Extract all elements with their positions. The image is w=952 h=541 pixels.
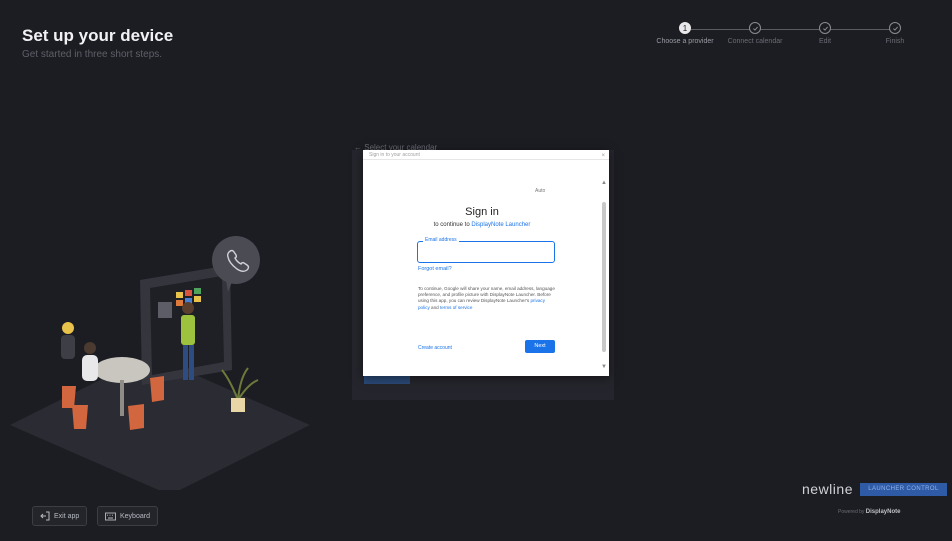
create-account-link[interactable]: Create account [418,345,452,351]
powered-by: Powered by DisplayNote [838,509,900,515]
brand-name: newline [802,481,853,497]
meeting-room-illustration [10,236,310,490]
powered-brand: DisplayNote [865,509,901,515]
sign-in-heading: Sign in [465,206,499,218]
step-3: Edit [790,22,860,45]
step-4: Finish [860,22,930,45]
step-3-label: Edit [818,38,832,45]
scroll-down-icon[interactable]: ▼ [601,364,607,370]
forgot-email-link[interactable]: Forgot email? [418,266,452,272]
sign-in-dialog: Sign in to your account × ▲ ▼ Auto Sign … [363,150,609,376]
scroll-up-icon[interactable]: ▲ [601,180,607,186]
keyboard-icon [105,512,116,521]
email-field[interactable]: Email address [417,237,555,263]
privacy-notice: To continue, Google will share your name… [418,286,558,311]
check-circle-icon [749,22,761,34]
dialog-scrollbar[interactable]: ▲ ▼ [601,180,607,370]
dialog-top-label: Sign in to your account [369,152,420,158]
step-2: Connect calendar [720,22,790,45]
email-field-label: Email address [423,237,459,243]
app-name-link[interactable]: DisplayNote Launcher [471,222,530,228]
check-circle-icon [889,22,901,34]
close-icon[interactable]: × [601,151,605,161]
keyboard-label: Keyboard [120,512,150,520]
check-circle-icon [819,22,831,34]
setup-stepper: 1 Choose a provider Connect calendar Edi… [650,22,930,62]
page-header: Set up your device Get started in three … [22,26,173,60]
continue-prefix: to continue to [433,222,472,228]
scroll-thumb[interactable] [602,202,606,352]
provider-continue-button [364,376,410,384]
step-2-label: Connect calendar [727,38,783,45]
next-button[interactable]: Next [525,340,555,353]
continue-text: to continue to DisplayNote Launcher [363,222,601,228]
privacy-and: and [429,304,440,310]
exit-icon [40,511,50,521]
language-selector[interactable]: Auto [535,188,545,194]
step-1: 1 Choose a provider [650,22,720,45]
terms-link[interactable]: terms of service [440,305,472,310]
step-4-label: Finish [885,38,905,45]
step-1-indicator: 1 [679,22,691,34]
keyboard-button[interactable]: Keyboard [97,506,158,526]
brand-product: LAUNCHER CONTROL [860,483,947,496]
exit-app-label: Exit app [54,512,80,520]
page-subtitle: Get started in three short steps. [22,49,163,60]
powered-prefix: Powered by [838,509,866,515]
dialog-titlebar: Sign in to your account × [363,150,609,160]
exit-app-button[interactable]: Exit app [32,506,88,526]
step-1-label: Choose a provider [656,38,714,45]
page-title: Set up your device [22,26,174,45]
